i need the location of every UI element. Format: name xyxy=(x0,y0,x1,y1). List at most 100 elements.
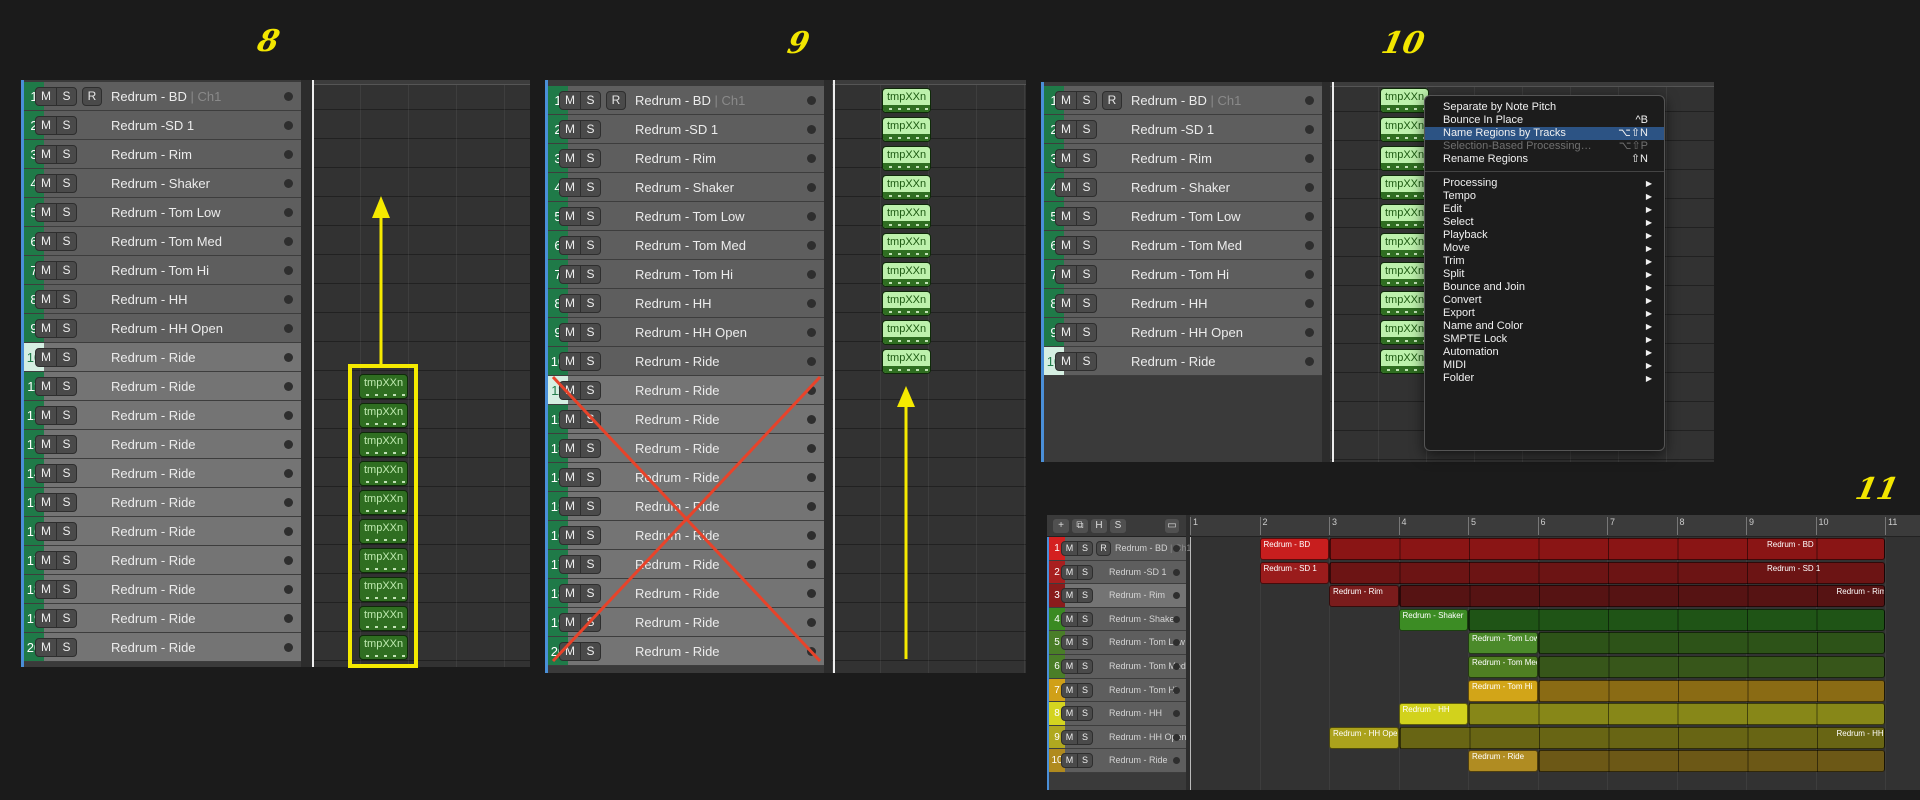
mute-button[interactable]: M xyxy=(36,175,56,192)
track-header-row[interactable]: 8 M S Redrum - HH xyxy=(1044,289,1322,318)
track-name[interactable]: Redrum - Ride xyxy=(635,347,720,376)
track-name[interactable]: Redrum -SD 1 xyxy=(111,111,194,140)
solo-button[interactable]: S xyxy=(1077,660,1092,673)
solo-button[interactable]: S xyxy=(56,349,76,366)
track-header-row[interactable]: 4 M S Redrum - Shaker xyxy=(1044,173,1322,202)
solo-button[interactable]: S xyxy=(56,523,76,540)
track-activity-dot[interactable] xyxy=(1305,154,1314,163)
ruler[interactable] xyxy=(312,80,530,85)
solo-button[interactable]: S xyxy=(56,291,76,308)
track-activity-dot[interactable] xyxy=(807,125,816,134)
track-header-row[interactable]: 15 M S Redrum - Ride xyxy=(24,488,301,517)
mute-button[interactable]: M xyxy=(560,92,580,109)
submenu-item[interactable]: Tempo ▶ xyxy=(1425,190,1664,203)
midi-region[interactable]: tmpXXn xyxy=(882,88,931,113)
track-header-row[interactable]: 9 M S Redrum - HH Open xyxy=(548,318,824,347)
solo-button[interactable]: S xyxy=(56,639,76,656)
track-activity-dot[interactable] xyxy=(1305,125,1314,134)
track-name[interactable]: Redrum - HH xyxy=(1109,702,1162,726)
track-name[interactable]: Redrum - Tom Hi xyxy=(111,256,209,285)
solo-button[interactable]: S xyxy=(580,614,600,631)
track-name[interactable]: Redrum - Ride xyxy=(111,575,196,604)
track-name[interactable]: Redrum - HH Open xyxy=(635,318,747,347)
solo-button[interactable]: S xyxy=(580,382,600,399)
track-activity-dot[interactable] xyxy=(807,560,816,569)
track-header-row[interactable]: 16 M S Redrum - Ride xyxy=(24,517,301,546)
track-header-row[interactable]: 7 M S Redrum - Tom Hi xyxy=(548,260,824,289)
track-name[interactable]: Redrum -SD 1 xyxy=(635,115,718,144)
midi-region[interactable]: tmpXXn xyxy=(1380,320,1429,345)
track-activity-dot[interactable] xyxy=(1173,686,1180,694)
midi-region[interactable]: tmpXXn xyxy=(882,233,931,258)
region[interactable]: Redrum - Tom Hi xyxy=(1468,679,1538,702)
midi-region[interactable]: tmpXXn xyxy=(882,320,931,345)
track-header-row[interactable]: 4 M S Redrum - Shaker xyxy=(1049,607,1186,632)
track-name[interactable]: Redrum - Ride xyxy=(111,546,196,575)
track-activity-dot[interactable] xyxy=(284,382,293,391)
track-header-row[interactable]: 10 M S Redrum - Ride xyxy=(548,347,824,376)
track-name[interactable]: Redrum - Tom Hi xyxy=(1131,260,1229,289)
submenu-item[interactable]: Folder ▶ xyxy=(1425,372,1664,385)
track-name[interactable]: Redrum - Ride xyxy=(635,550,720,579)
track-activity-dot[interactable] xyxy=(807,241,816,250)
midi-region[interactable]: tmpXXn xyxy=(1380,88,1429,113)
mute-button[interactable]: M xyxy=(1062,566,1077,579)
track-activity-dot[interactable] xyxy=(1173,663,1180,670)
mute-button[interactable]: M xyxy=(560,179,580,196)
region-loop[interactable]: Redrum - HH Op xyxy=(1398,726,1885,749)
track-activity-dot[interactable] xyxy=(807,299,816,308)
mute-button[interactable]: M xyxy=(560,208,580,225)
midi-region[interactable]: tmpXXn xyxy=(359,374,408,399)
solo-button[interactable]: S xyxy=(580,527,600,544)
track-name[interactable]: Redrum - Ride xyxy=(111,517,196,546)
track-header-row[interactable]: 5 M S Redrum - Tom Low xyxy=(1044,202,1322,231)
midi-region[interactable]: tmpXXn xyxy=(882,291,931,316)
track-name[interactable]: Redrum - Ride xyxy=(111,604,196,633)
bar-number[interactable]: 10 xyxy=(1815,517,1829,535)
region[interactable]: Redrum - SD 1 xyxy=(1259,561,1329,584)
solo-button[interactable]: S xyxy=(1076,179,1096,196)
track-activity-dot[interactable] xyxy=(284,353,293,362)
submenu-item[interactable]: Automation ▶ xyxy=(1425,346,1664,359)
track-activity-dot[interactable] xyxy=(1173,757,1180,765)
mute-button[interactable]: M xyxy=(1056,121,1076,138)
solo-button[interactable]: S xyxy=(580,208,600,225)
mute-button[interactable]: M xyxy=(36,349,56,366)
mute-button[interactable]: M xyxy=(1062,613,1077,626)
mute-button[interactable]: M xyxy=(560,498,580,515)
track-name[interactable]: Redrum - HH Open xyxy=(111,314,223,343)
submenu-item[interactable]: Split ▶ xyxy=(1425,268,1664,281)
track-name[interactable]: Redrum - Ride xyxy=(1131,347,1216,376)
track-name[interactable]: Redrum - Rim xyxy=(1131,144,1212,173)
track-activity-dot[interactable] xyxy=(807,647,816,656)
region-loop[interactable] xyxy=(1537,679,1885,702)
track-name[interactable]: Redrum - Shaker xyxy=(1131,173,1230,202)
track-name[interactable]: Redrum - Ride xyxy=(111,488,196,517)
track-activity-dot[interactable] xyxy=(807,473,816,482)
midi-region[interactable]: tmpXXn xyxy=(882,204,931,229)
midi-region[interactable]: tmpXXn xyxy=(882,262,931,287)
track-header-row[interactable]: 17 M S Redrum - Ride xyxy=(548,550,824,579)
track-activity-dot[interactable] xyxy=(1173,592,1180,600)
mute-button[interactable]: M xyxy=(36,146,56,163)
midi-region[interactable]: tmpXXn xyxy=(359,461,408,486)
midi-region[interactable]: tmpXXn xyxy=(1380,291,1429,316)
track-header-row[interactable]: 5 M S Redrum - Tom Low xyxy=(548,202,824,231)
solo-button[interactable]: S xyxy=(1076,208,1096,225)
solo-button[interactable]: S xyxy=(580,179,600,196)
region-loop[interactable] xyxy=(1468,703,1885,726)
track-name[interactable]: Redrum - Ride xyxy=(111,633,196,662)
track-header-row[interactable]: 14 M S Redrum - Ride xyxy=(24,459,301,488)
bar-number[interactable]: 3 xyxy=(1329,517,1337,535)
track-activity-dot[interactable] xyxy=(284,179,293,188)
solo-button[interactable]: S xyxy=(1077,683,1092,697)
mute-button[interactable]: M xyxy=(36,465,56,482)
solo-button[interactable]: S xyxy=(56,552,76,569)
solo-button[interactable]: S xyxy=(56,610,76,627)
track-name[interactable]: Redrum - Shaker xyxy=(111,169,210,198)
track-header-row[interactable]: 19 M S Redrum - Ride xyxy=(24,604,301,633)
mute-button[interactable]: M xyxy=(560,353,580,370)
solo-button[interactable]: S xyxy=(580,469,600,486)
track-name[interactable]: Redrum - Rim xyxy=(635,144,716,173)
track-activity-dot[interactable] xyxy=(1305,241,1314,250)
